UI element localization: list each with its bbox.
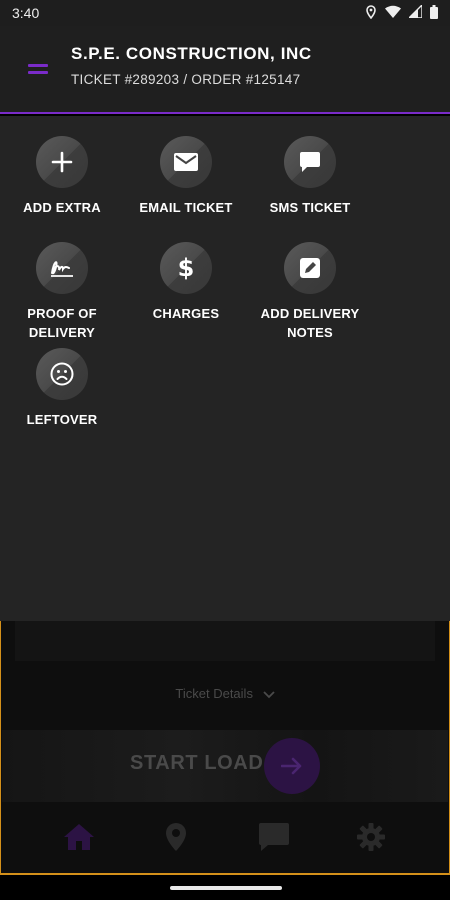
wifi-icon bbox=[385, 5, 401, 21]
chevron-down-icon bbox=[262, 687, 275, 702]
background-card bbox=[15, 621, 435, 661]
status-time: 3:40 bbox=[12, 5, 40, 21]
dollar-icon: $ bbox=[160, 242, 212, 294]
location-icon bbox=[365, 4, 377, 22]
email-ticket-button[interactable]: EMAIL TICKET bbox=[121, 136, 251, 217]
sms-ticket-label: SMS TICKET bbox=[269, 200, 351, 215]
battery-icon bbox=[430, 4, 438, 22]
charges-button[interactable]: $ CHARGES bbox=[121, 242, 251, 323]
signature-icon bbox=[36, 242, 88, 294]
messages-icon[interactable] bbox=[257, 820, 291, 854]
app-header: S.P.E. CONSTRUCTION, INC TICKET #289203 … bbox=[0, 26, 450, 114]
menu-toggle-icon[interactable] bbox=[28, 64, 48, 76]
envelope-icon bbox=[160, 136, 212, 188]
add-delivery-notes-button[interactable]: ADD DELIVERY NOTES bbox=[245, 242, 375, 342]
start-load-label: START LOAD bbox=[130, 752, 264, 774]
email-ticket-label: EMAIL TICKET bbox=[139, 200, 233, 215]
status-icons bbox=[365, 3, 438, 22]
leftover-button[interactable]: LEFTOVER bbox=[0, 348, 127, 429]
proof-of-delivery-label: PROOF OF DELIVERY bbox=[27, 306, 97, 340]
edit-note-icon bbox=[284, 242, 336, 294]
ticket-details-toggle[interactable]: Ticket Details bbox=[0, 686, 450, 702]
proof-of-delivery-button[interactable]: PROOF OF DELIVERY bbox=[0, 242, 127, 342]
ticket-order-number: TICKET #289203 / ORDER #125147 bbox=[71, 72, 301, 87]
add-extra-button[interactable]: ADD EXTRA bbox=[0, 136, 127, 217]
sad-face-icon bbox=[36, 348, 88, 400]
sms-ticket-button[interactable]: SMS TICKET bbox=[245, 136, 375, 217]
add-extra-label: ADD EXTRA bbox=[23, 200, 101, 215]
ticket-details-label: Ticket Details bbox=[175, 686, 253, 701]
cell-signal-icon bbox=[407, 3, 423, 21]
map-pin-icon[interactable] bbox=[159, 820, 193, 854]
action-menu-panel: ADD EXTRA EMAIL TICKET SMS TICKET PROOF … bbox=[0, 116, 450, 621]
chat-bubble-icon bbox=[284, 136, 336, 188]
add-delivery-notes-label: ADD DELIVERY NOTES bbox=[260, 306, 360, 340]
gesture-handle[interactable] bbox=[170, 886, 282, 890]
charges-label: CHARGES bbox=[152, 306, 220, 321]
plus-icon bbox=[36, 136, 88, 188]
leftover-label: LEFTOVER bbox=[26, 412, 98, 427]
company-name: S.P.E. CONSTRUCTION, INC bbox=[71, 44, 312, 63]
status-bar: 3:40 bbox=[0, 0, 450, 26]
bottom-navigation bbox=[2, 806, 448, 868]
start-load-button[interactable] bbox=[264, 738, 320, 794]
settings-gear-icon[interactable] bbox=[354, 820, 388, 854]
home-icon[interactable] bbox=[62, 820, 96, 854]
arrow-right-icon bbox=[281, 757, 302, 775]
